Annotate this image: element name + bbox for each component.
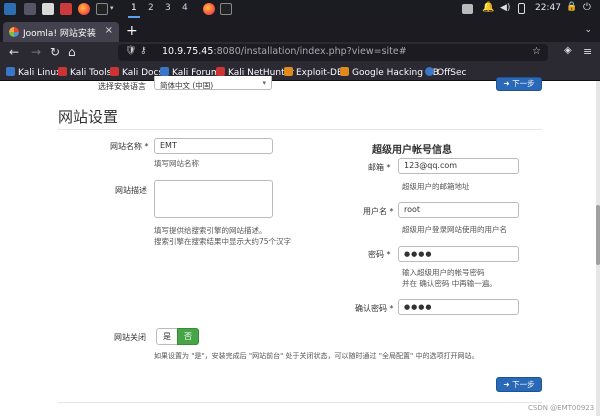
page-scrollbar-thumb[interactable] (596, 205, 600, 265)
site-desc-label: 网站描述 (115, 186, 147, 195)
next-button-top[interactable]: ➜ 下一步 (496, 77, 542, 91)
bell-icon[interactable]: 🔔 (482, 2, 494, 14)
password-hint-2: 并在 确认密码 中再输一遍。 (402, 279, 497, 288)
confirm-password-label: 确认密码 * (355, 304, 394, 313)
workspace-3[interactable]: 3 (165, 3, 171, 13)
username-hint: 超级用户登录网站使用的用户名 (402, 225, 507, 234)
workspace-2[interactable]: 2 (148, 3, 154, 13)
taskbar-firefox-icon[interactable] (203, 3, 215, 15)
password-input[interactable]: ●●●● (398, 246, 519, 262)
site-name-label: 网站名称 * (110, 142, 149, 151)
firefox-icon[interactable] (78, 3, 90, 15)
bookmark-star-icon[interactable]: ☆ (532, 46, 541, 57)
admin-section-title: 超级用户帐号信息 (372, 145, 452, 156)
kali-menu-icon[interactable] (4, 3, 16, 15)
site-name-input[interactable]: EMT (154, 138, 273, 154)
password-hint-1: 输入超级用户的帐号密码 (402, 268, 485, 277)
username-label: 用户名 * (363, 207, 394, 216)
site-offline-label: 网站关闭 (114, 333, 146, 342)
site-offline-yes-toggle[interactable]: 是 (156, 328, 178, 345)
list-tabs-icon[interactable]: ⌄ (584, 25, 592, 35)
site-desc-hint-1: 填写提供给搜索引擎的网站描述。 (154, 226, 267, 235)
site-offline-no-toggle[interactable]: 否 (177, 328, 199, 345)
email-label: 邮箱 * (368, 163, 391, 172)
bookmark-kali-linux[interactable]: Kali Linux (6, 67, 61, 78)
ghdb-icon (340, 67, 349, 76)
desktop-panel: ▾ 1 2 3 4 🔔 ◀) 22:47 🔒 ⏻ (0, 0, 600, 18)
new-tab-button[interactable]: + (126, 23, 138, 39)
url-host: 10.9.75.45 (162, 46, 214, 57)
bookmark-exploit-db[interactable]: Exploit-DB (284, 67, 343, 78)
back-icon[interactable]: ← (9, 45, 19, 59)
next-button-bottom[interactable]: ➜ 下一步 (496, 377, 542, 392)
kali-forums-icon (160, 67, 169, 76)
url-path: :8080/installation/index.php?view=site# (213, 46, 407, 57)
home-icon[interactable]: ⌂ (68, 45, 76, 59)
file-manager-icon[interactable] (42, 3, 54, 15)
power-icon[interactable]: ⏻ (583, 2, 595, 14)
email-input[interactable]: 123@qq.com (398, 158, 519, 174)
language-select[interactable]: 简体中文 (中国) ▾ (154, 76, 272, 90)
password-label: 密码 * (368, 250, 391, 259)
reload-icon[interactable]: ↻ (50, 45, 60, 59)
url-text[interactable]: 10.9.75.45:8080/installation/index.php?v… (162, 46, 407, 57)
tab-title: Joomla! 网站安装 (23, 29, 96, 39)
chevron-down-icon: ▾ (262, 79, 266, 87)
insecure-icon[interactable]: ⚷ (140, 46, 147, 56)
site-desc-textarea[interactable] (154, 180, 273, 218)
email-hint: 超级用户的邮箱地址 (402, 182, 470, 191)
exploit-db-icon (284, 67, 293, 76)
lock-icon[interactable]: 🔒 (566, 2, 578, 14)
bookmark-offsec[interactable]: OffSec (425, 67, 466, 78)
username-input[interactable]: root (398, 202, 519, 218)
joomla-favicon-icon (9, 27, 19, 37)
page-info-icon[interactable]: 🛡 (125, 46, 136, 56)
terminal-launcher-icon[interactable] (24, 3, 36, 15)
pocket-icon[interactable]: ◈ (564, 45, 572, 56)
clock: 22:47 (535, 3, 561, 13)
chevron-down-icon[interactable]: ▾ (110, 4, 118, 12)
watermark: CSDN @EMT00923 (528, 404, 595, 412)
confirm-password-input[interactable]: ●●●● (398, 299, 519, 315)
site-offline-hint: 如果设置为 "是"，安装完成后 "网站前台" 处于关闭状态，可以随时通过 "全局… (154, 352, 479, 360)
terminal-icon[interactable] (96, 3, 108, 15)
page-title: 网站设置 (58, 108, 119, 126)
taskbar-terminal-icon[interactable] (220, 3, 232, 15)
menu-icon[interactable]: ≡ (583, 45, 592, 58)
forward-icon[interactable]: → (31, 45, 41, 59)
language-label: 选择安装语言 (98, 82, 146, 91)
title-divider (58, 129, 542, 130)
site-desc-hint-2: 搜索引擎在搜索结果中显示大约75个汉字 (154, 237, 292, 246)
nethunter-icon (216, 67, 225, 76)
tab-close-icon[interactable]: × (105, 25, 113, 36)
kali-docs-icon (110, 67, 119, 76)
battery-icon[interactable] (518, 3, 525, 14)
volume-icon[interactable]: ◀) (500, 3, 512, 15)
bookmark-kali-tools[interactable]: Kali Tools (58, 67, 111, 78)
kali-tools-icon (58, 67, 67, 76)
workspace-4[interactable]: 4 (182, 3, 188, 13)
text-editor-icon[interactable] (60, 3, 72, 15)
bottom-divider (58, 402, 542, 403)
tab-joomla-install[interactable]: Joomla! 网站安装 × (3, 22, 119, 42)
workspace-1[interactable]: 1 (131, 3, 137, 13)
site-name-hint: 填写网站名称 (154, 159, 199, 168)
kali-icon (6, 67, 15, 76)
screen-icon[interactable] (462, 4, 473, 14)
offsec-icon (425, 67, 434, 76)
